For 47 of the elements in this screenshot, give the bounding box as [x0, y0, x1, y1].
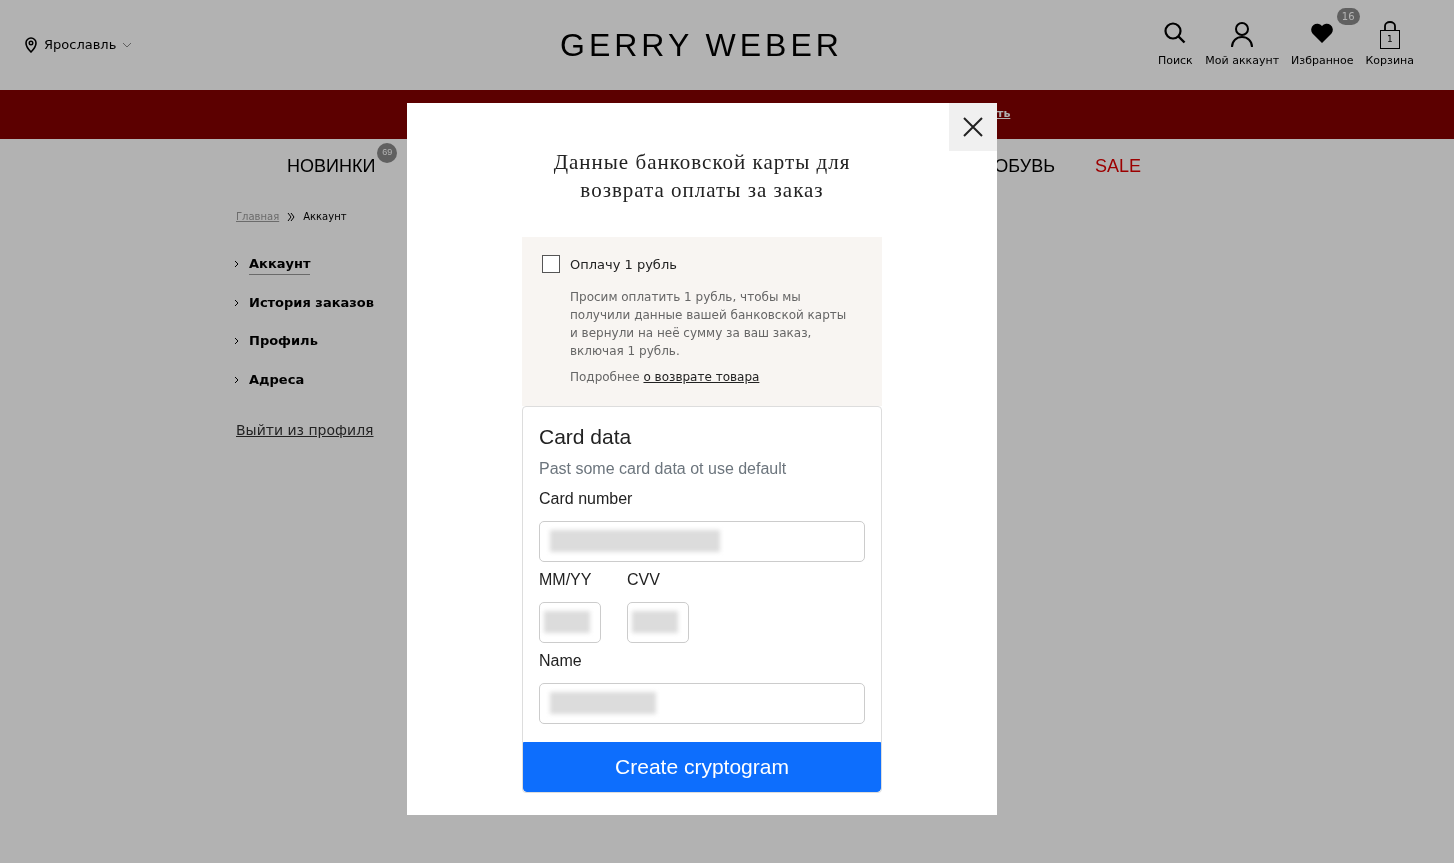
sidebar-link[interactable]: Аккаунт	[249, 254, 311, 275]
sidebar-link[interactable]: Адреса	[249, 369, 305, 390]
field-label: Name	[539, 650, 583, 671]
input-field[interactable]	[539, 601, 601, 643]
chevron-right-icon	[234, 375, 239, 384]
city-selector[interactable]: Ярославль	[44, 35, 117, 55]
header-action-button[interactable]: 1 Корзина	[1365, 20, 1414, 70]
description-text: Просим оплатить 1 рубль, чтобы мы получили данные вашей банковской карты и вернули на неё сумму за ваш заказ, включая 1 рубль.	[570, 289, 848, 361]
chevron-right-icon	[234, 298, 239, 307]
checkbox[interactable]	[542, 255, 560, 274]
breadcrumb-link[interactable]: Аккаунт	[303, 209, 347, 224]
input-field[interactable]	[539, 682, 865, 724]
field-label: MM/YY	[539, 569, 593, 590]
header-action-button[interactable]: Поиск	[1157, 20, 1194, 70]
card-subtitle: Past some card data ot use default	[539, 458, 788, 479]
blurred-value	[544, 611, 590, 634]
double-chevron-icon	[287, 211, 296, 222]
blurred-value	[632, 611, 678, 634]
field-label: CVV	[627, 569, 661, 590]
header-action-button[interactable]: Мой аккаунт	[1205, 20, 1280, 70]
close-icon	[962, 116, 984, 138]
sidebar-link[interactable]: История заказов	[249, 292, 374, 313]
count-badge: 16	[1336, 7, 1360, 25]
input-field[interactable]	[627, 601, 689, 643]
modal-title: Данные банковской карты для возврата оплаты за заказ	[552, 149, 852, 205]
checkbox-label: Оплачу 1 рубль	[570, 255, 677, 274]
field-label: Card number	[539, 488, 634, 509]
returns-link[interactable]: о возврате товара	[643, 370, 760, 385]
cart-count: 1	[1379, 29, 1400, 49]
sidebar-link[interactable]: Профиль	[249, 331, 318, 352]
bag-handle-icon	[1382, 20, 1397, 30]
input-field[interactable]	[539, 520, 865, 562]
more-info-text: Подробнее о возврате товара	[570, 369, 761, 387]
user-icon	[1230, 20, 1255, 49]
logo[interactable]: GERRY WEBER	[484, 21, 1158, 69]
submit-button[interactable]: Create cryptogram	[523, 741, 881, 792]
banner-link[interactable]: ть	[997, 106, 1011, 123]
card-title: Card data	[539, 424, 633, 451]
count-badge: 69	[377, 143, 398, 163]
nav-link[interactable]: SALE	[1094, 156, 1141, 176]
chevron-right-icon	[234, 337, 239, 346]
close-button[interactable]	[949, 103, 997, 151]
chevron-down-icon	[122, 42, 133, 48]
nav-link[interactable]: НОВИНКИ	[287, 156, 376, 176]
logout-link[interactable]: Выйти из профиля	[236, 420, 374, 441]
chevron-right-icon	[234, 260, 239, 269]
location-pin-icon	[24, 37, 38, 53]
